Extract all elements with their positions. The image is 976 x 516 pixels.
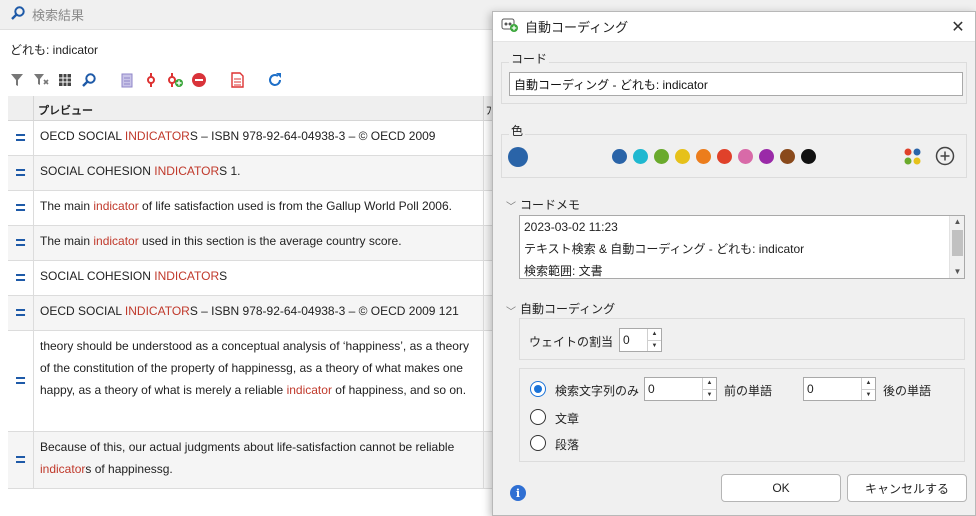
preview-cell: theory should be understood as a concept… bbox=[34, 331, 484, 431]
scroll-up-icon[interactable]: ▲ bbox=[950, 216, 964, 228]
after-words-value[interactable]: 0 bbox=[804, 378, 861, 400]
table-row[interactable]: = OECD SOCIAL INDICATORS – ISBN 978-92-6… bbox=[8, 296, 494, 331]
stepper-up-icon[interactable]: ▲ bbox=[703, 378, 716, 389]
preview-cell: Because of this, our actual judgments ab… bbox=[34, 432, 484, 488]
stepper-down-icon[interactable]: ▼ bbox=[703, 389, 716, 401]
search-only-label: 検索文字列のみ bbox=[555, 384, 640, 398]
dialog-title: 自動コーディング bbox=[525, 20, 629, 35]
clear-filter-icon[interactable] bbox=[32, 71, 50, 89]
search-window-title: 検索結果 bbox=[32, 8, 85, 23]
color-swatch-yellow[interactable] bbox=[675, 149, 690, 164]
memo-line: 検索範囲: 文書 bbox=[524, 264, 603, 278]
memo-scrollbar[interactable]: ▲ ▼ bbox=[949, 216, 964, 278]
cancel-button[interactable]: キャンセルする bbox=[847, 474, 967, 502]
table-row[interactable]: = SOCIAL COHESION INDICATORS bbox=[8, 261, 494, 296]
after-words-label: 後の単語 bbox=[883, 384, 932, 398]
color-swatch-red[interactable] bbox=[717, 149, 732, 164]
weight-label: ウェイトの割当 bbox=[529, 335, 614, 349]
segment-icon: = bbox=[8, 191, 34, 225]
color-swatch-green[interactable] bbox=[654, 149, 669, 164]
table-row[interactable]: = Because of this, our actual judgments … bbox=[8, 432, 494, 489]
radio-search-only[interactable] bbox=[530, 381, 546, 397]
color-swatch-pink[interactable] bbox=[738, 149, 753, 164]
column-preview-header[interactable]: プレビュー bbox=[34, 96, 484, 120]
radio-sentence[interactable] bbox=[530, 409, 546, 425]
paragraph-label: 段落 bbox=[555, 438, 580, 452]
color-swatch-cyan[interactable] bbox=[633, 149, 648, 164]
segment-icon: = bbox=[8, 121, 34, 155]
preview-cell: OECD SOCIAL INDICATORS – ISBN 978-92-64-… bbox=[34, 296, 484, 330]
selected-color-swatch[interactable] bbox=[508, 147, 528, 167]
remove-code-icon[interactable] bbox=[190, 71, 208, 89]
results-table: プレビュー ﾌ = OECD SOCIAL INDICATORS – ISBN … bbox=[8, 96, 494, 489]
memo-line: テキスト検索 & 自動コーディング - どれも: indicator bbox=[524, 242, 805, 256]
color-palette-icon[interactable] bbox=[903, 147, 923, 170]
stepper-down-icon[interactable]: ▼ bbox=[648, 340, 661, 352]
stepper-up-icon[interactable]: ▲ bbox=[648, 329, 661, 340]
sentence-label: 文章 bbox=[555, 412, 580, 426]
results-toolbar bbox=[8, 70, 290, 90]
memo-line: 2023-03-02 11:23 bbox=[524, 220, 618, 234]
info-icon[interactable]: i bbox=[510, 485, 526, 501]
search-icon bbox=[10, 5, 26, 24]
before-words-value[interactable]: 0 bbox=[645, 378, 702, 400]
before-words-label: 前の単語 bbox=[724, 384, 773, 398]
color-swatch-purple[interactable] bbox=[759, 149, 774, 164]
search-toolbar-icon[interactable] bbox=[80, 71, 98, 89]
add-color-icon[interactable] bbox=[935, 146, 955, 169]
color-group bbox=[501, 134, 967, 178]
export-document-icon[interactable] bbox=[228, 71, 246, 89]
dialog-titlebar: 自動コーディング bbox=[493, 12, 975, 42]
table-header: プレビュー ﾌ bbox=[8, 96, 494, 121]
chevron-down-icon[interactable]: ﹀ bbox=[506, 198, 516, 213]
segment-icon: = bbox=[8, 331, 34, 431]
stepper-down-icon[interactable]: ▼ bbox=[862, 389, 875, 401]
preview-cell: SOCIAL COHESION INDICATORS bbox=[34, 261, 484, 295]
refresh-icon[interactable] bbox=[266, 71, 284, 89]
chevron-down-icon[interactable]: ﹀ bbox=[506, 303, 516, 318]
table-view-icon[interactable] bbox=[56, 71, 74, 89]
document-icon[interactable] bbox=[118, 71, 136, 89]
code-label: コード bbox=[509, 50, 550, 67]
table-row[interactable]: = The main indicator of life satisfactio… bbox=[8, 191, 494, 226]
autocode-dialog: 自動コーディング ✕ コード 色 ﹀ コードメモ 2023-03-02 11:2… bbox=[492, 11, 976, 516]
search-query: どれも: indicator bbox=[10, 43, 99, 57]
stepper-up-icon[interactable]: ▲ bbox=[862, 378, 875, 389]
after-words-stepper[interactable]: 0 ▲ ▼ bbox=[803, 377, 876, 401]
color-swatch-blue[interactable] bbox=[612, 149, 627, 164]
segment-icon: = bbox=[8, 296, 34, 330]
scroll-thumb[interactable] bbox=[952, 230, 963, 256]
preview-cell: The main indicator used in this section … bbox=[34, 226, 484, 260]
segment-icon: = bbox=[8, 261, 34, 295]
add-code-icon[interactable] bbox=[166, 71, 184, 89]
close-icon[interactable]: ✕ bbox=[949, 18, 967, 36]
weight-stepper[interactable]: 0 ▲ ▼ bbox=[619, 328, 662, 352]
code-icon[interactable] bbox=[142, 71, 160, 89]
segment-icon: = bbox=[8, 432, 34, 488]
color-swatch-brown[interactable] bbox=[780, 149, 795, 164]
preview-cell: SOCIAL COHESION INDICATORS 1. bbox=[34, 156, 484, 190]
ok-button[interactable]: OK bbox=[721, 474, 841, 502]
code-name-input[interactable] bbox=[509, 72, 963, 96]
color-swatch-orange[interactable] bbox=[696, 149, 711, 164]
table-row[interactable]: = The main indicator used in this sectio… bbox=[8, 226, 494, 261]
segment-icon: = bbox=[8, 226, 34, 260]
preview-cell: The main indicator of life satisfaction … bbox=[34, 191, 484, 225]
filter-icon[interactable] bbox=[8, 71, 26, 89]
preview-cell: OECD SOCIAL INDICATORS – ISBN 978-92-64-… bbox=[34, 121, 484, 155]
color-swatch-black[interactable] bbox=[801, 149, 816, 164]
color-label: 色 bbox=[509, 122, 526, 139]
table-row[interactable]: = OECD SOCIAL INDICATORS – ISBN 978-92-6… bbox=[8, 121, 494, 156]
autocode-section-label: 自動コーディング bbox=[520, 302, 616, 316]
autocode-icon bbox=[501, 17, 519, 36]
table-row[interactable]: = theory should be understood as a conce… bbox=[8, 331, 494, 432]
before-words-stepper[interactable]: 0 ▲ ▼ bbox=[644, 377, 717, 401]
radio-paragraph[interactable] bbox=[530, 435, 546, 451]
code-memo-textarea[interactable]: 2023-03-02 11:23 テキスト検索 & 自動コーディング - どれも… bbox=[519, 215, 965, 279]
table-row[interactable]: = SOCIAL COHESION INDICATORS 1. bbox=[8, 156, 494, 191]
code-memo-label: コードメモ bbox=[520, 198, 581, 212]
scroll-down-icon[interactable]: ▼ bbox=[950, 266, 964, 278]
segment-icon: = bbox=[8, 156, 34, 190]
weight-value[interactable]: 0 bbox=[620, 329, 647, 351]
